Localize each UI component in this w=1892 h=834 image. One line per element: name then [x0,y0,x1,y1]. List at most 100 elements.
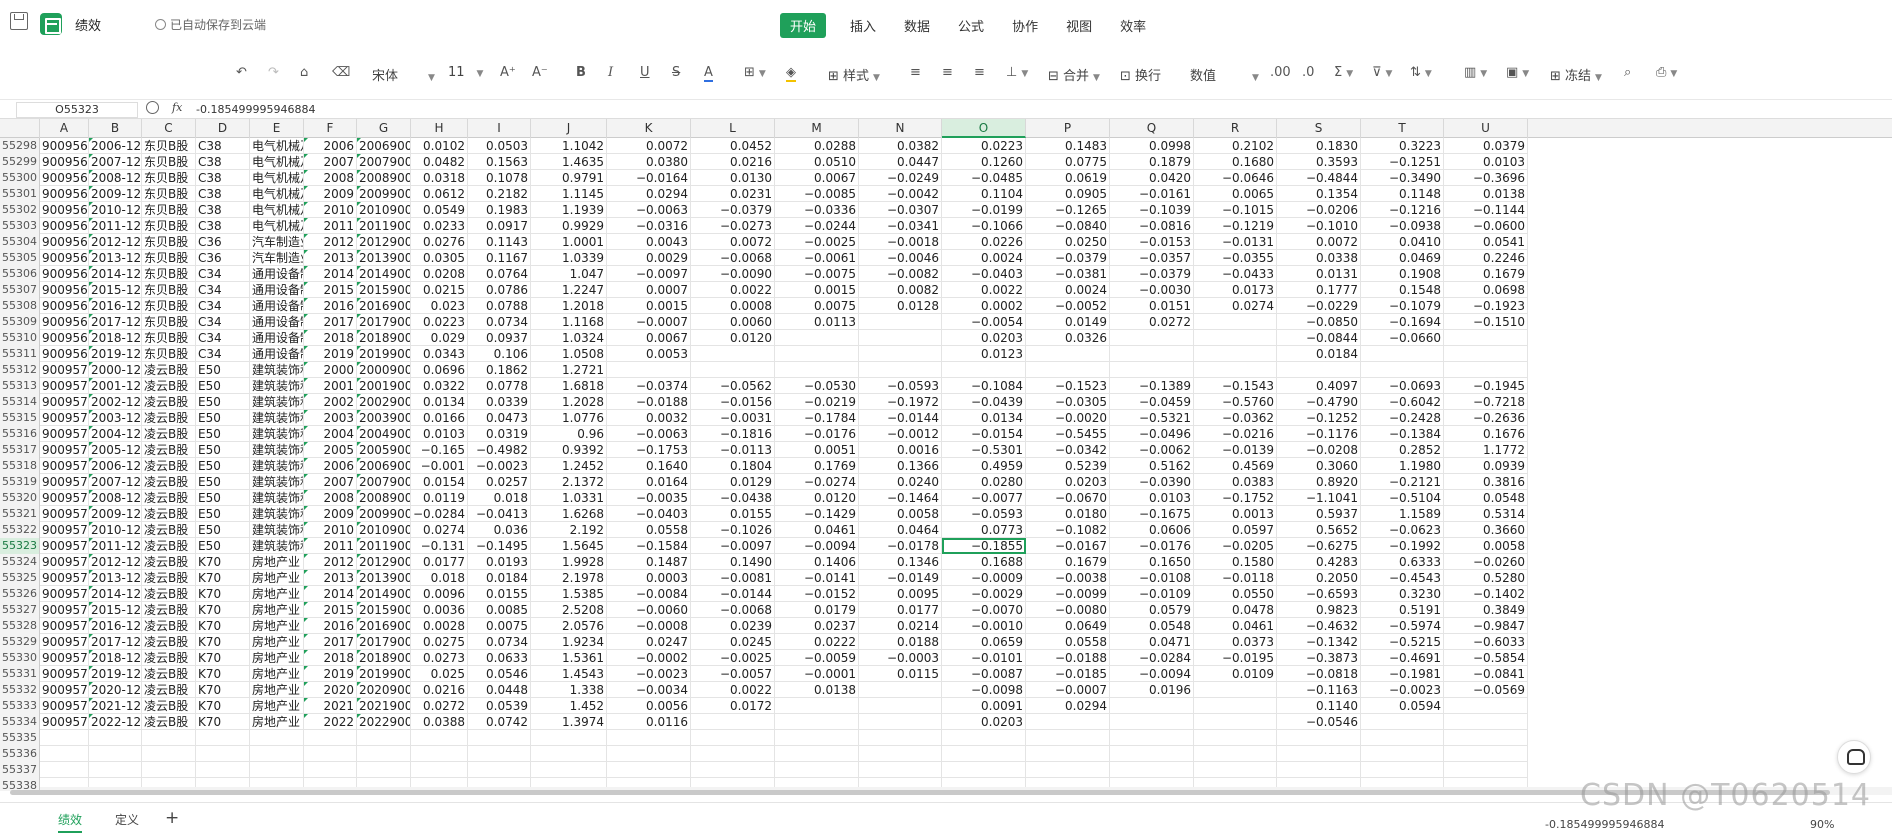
cell-R55313[interactable]: −0.1543 [1194,378,1277,394]
cell-T55327[interactable]: 0.5191 [1361,602,1444,618]
cell-A55309[interactable]: 900956 [40,314,89,330]
cell-C55333[interactable]: 凌云B股 [142,698,196,714]
cell-G55317[interactable]: 20059009 [357,442,411,458]
style-button[interactable]: ⊞ 样式 ▼ [828,65,880,84]
cell-N55318[interactable]: 0.1366 [859,458,942,474]
add-sheet-icon[interactable]: + [165,808,179,828]
cell-F55336[interactable] [304,746,357,762]
column-header-O[interactable]: O [942,119,1026,138]
wrap-button[interactable]: ⊡ 换行 [1120,65,1161,84]
cell-O55304[interactable]: 0.0226 [942,234,1026,250]
cell-J55310[interactable]: 1.0324 [531,330,607,346]
cell-U55302[interactable]: −0.1144 [1444,202,1528,218]
cell-O55318[interactable]: 0.4959 [942,458,1026,474]
cell-M55325[interactable]: −0.0141 [775,570,859,586]
cell-P55302[interactable]: −0.1265 [1026,202,1110,218]
cell-U55310[interactable] [1444,330,1528,346]
cell-L55328[interactable]: 0.0239 [691,618,775,634]
cell-T55303[interactable]: −0.0938 [1361,218,1444,234]
cell-E55311[interactable]: 通用设备制 [250,346,304,362]
cell-P55319[interactable]: 0.0203 [1026,474,1110,490]
cell-Q55335[interactable] [1110,730,1194,746]
cell-T55315[interactable]: −0.2428 [1361,410,1444,426]
cell-J55324[interactable]: 1.9928 [531,554,607,570]
cell-H55317[interactable]: −0.165 [411,442,468,458]
cell-A55304[interactable]: 900956 [40,234,89,250]
cell-B55325[interactable]: 2013-12-3 [89,570,142,586]
cell-I55308[interactable]: 0.0788 [468,298,531,314]
cell-H55321[interactable]: −0.0284 [411,506,468,522]
cell-O55298[interactable]: 0.0223 [942,138,1026,154]
cell-U55336[interactable] [1444,746,1528,762]
cell-G55331[interactable]: 20199009 [357,666,411,682]
cell-P55303[interactable]: −0.0840 [1026,218,1110,234]
cell-P55304[interactable]: 0.0250 [1026,234,1110,250]
cell-J55319[interactable]: 2.1372 [531,474,607,490]
cell-F55337[interactable] [304,762,357,778]
cell-N55337[interactable] [859,762,942,778]
cell-C55330[interactable]: 凌云B股 [142,650,196,666]
cell-M55314[interactable]: −0.0219 [775,394,859,410]
cell-T55331[interactable]: −0.1981 [1361,666,1444,682]
cell-P55305[interactable]: −0.0379 [1026,250,1110,266]
cell-K55309[interactable]: −0.0007 [607,314,691,330]
cell-Q55306[interactable]: −0.0379 [1110,266,1194,282]
cell-U55325[interactable]: 0.5280 [1444,570,1528,586]
row-header[interactable]: 55302 [0,202,40,218]
cell-A55318[interactable]: 900957 [40,458,89,474]
cell-B55320[interactable]: 2008-12-3 [89,490,142,506]
cell-U55309[interactable]: −0.1510 [1444,314,1528,330]
cell-A55334[interactable]: 900957 [40,714,89,730]
cell-T55325[interactable]: −0.4543 [1361,570,1444,586]
cell-E55337[interactable] [250,762,304,778]
cell-L55333[interactable]: 0.0172 [691,698,775,714]
cell-M55326[interactable]: −0.0152 [775,586,859,602]
menu-formula[interactable]: 公式 [944,13,998,38]
cell-I55322[interactable]: 0.036 [468,522,531,538]
cell-R55323[interactable]: −0.0205 [1194,538,1277,554]
cell-R55301[interactable]: 0.0065 [1194,186,1277,202]
cell-N55316[interactable]: −0.0012 [859,426,942,442]
cell-A55313[interactable]: 900957 [40,378,89,394]
cell-B55335[interactable] [89,730,142,746]
row-header[interactable]: 55308 [0,298,40,314]
cell-D55308[interactable]: C34 [196,298,250,314]
cell-D55326[interactable]: K70 [196,586,250,602]
font-size-select[interactable]: 11 ▼ [448,65,483,80]
cell-N55336[interactable] [859,746,942,762]
cell-I55333[interactable]: 0.0539 [468,698,531,714]
cell-I55330[interactable]: 0.0633 [468,650,531,666]
cell-R55311[interactable] [1194,346,1277,362]
cell-S55322[interactable]: 0.5652 [1277,522,1361,538]
cell-O55301[interactable]: 0.1104 [942,186,1026,202]
undo-icon[interactable]: ↶ [236,65,247,80]
cell-L55337[interactable] [691,762,775,778]
cell-U55320[interactable]: 0.0548 [1444,490,1528,506]
cell-R55302[interactable]: −0.1015 [1194,202,1277,218]
cell-O55326[interactable]: −0.0029 [942,586,1026,602]
print-icon[interactable]: ⎙ ▼ [1656,65,1677,80]
cell-U55304[interactable]: 0.0541 [1444,234,1528,250]
cell-C55335[interactable] [142,730,196,746]
cell-K55303[interactable]: −0.0316 [607,218,691,234]
decimal-decrease-icon[interactable]: .0 [1302,65,1314,80]
image-icon[interactable]: ▣ ▼ [1506,65,1529,80]
cell-S55311[interactable]: 0.0184 [1277,346,1361,362]
cell-G55300[interactable]: 20089009 [357,170,411,186]
cell-U55313[interactable]: −0.1945 [1444,378,1528,394]
cell-R55320[interactable]: −0.1752 [1194,490,1277,506]
cell-C55311[interactable]: 东贝B股 [142,346,196,362]
cell-M55309[interactable]: 0.0113 [775,314,859,330]
font-family-select[interactable]: 宋体 ▼ [372,65,435,84]
cell-F55332[interactable]: 2020 [304,682,357,698]
cell-D55305[interactable]: C36 [196,250,250,266]
cell-C55321[interactable]: 凌云B股 [142,506,196,522]
cell-N55328[interactable]: 0.0214 [859,618,942,634]
fx-icon[interactable]: fx [172,101,182,114]
cell-B55303[interactable]: 2011-12-3 [89,218,142,234]
cell-T55333[interactable]: 0.0594 [1361,698,1444,714]
cell-H55336[interactable] [411,746,468,762]
cell-O55324[interactable]: 0.1688 [942,554,1026,570]
cell-I55304[interactable]: 0.1143 [468,234,531,250]
cell-S55336[interactable] [1277,746,1361,762]
